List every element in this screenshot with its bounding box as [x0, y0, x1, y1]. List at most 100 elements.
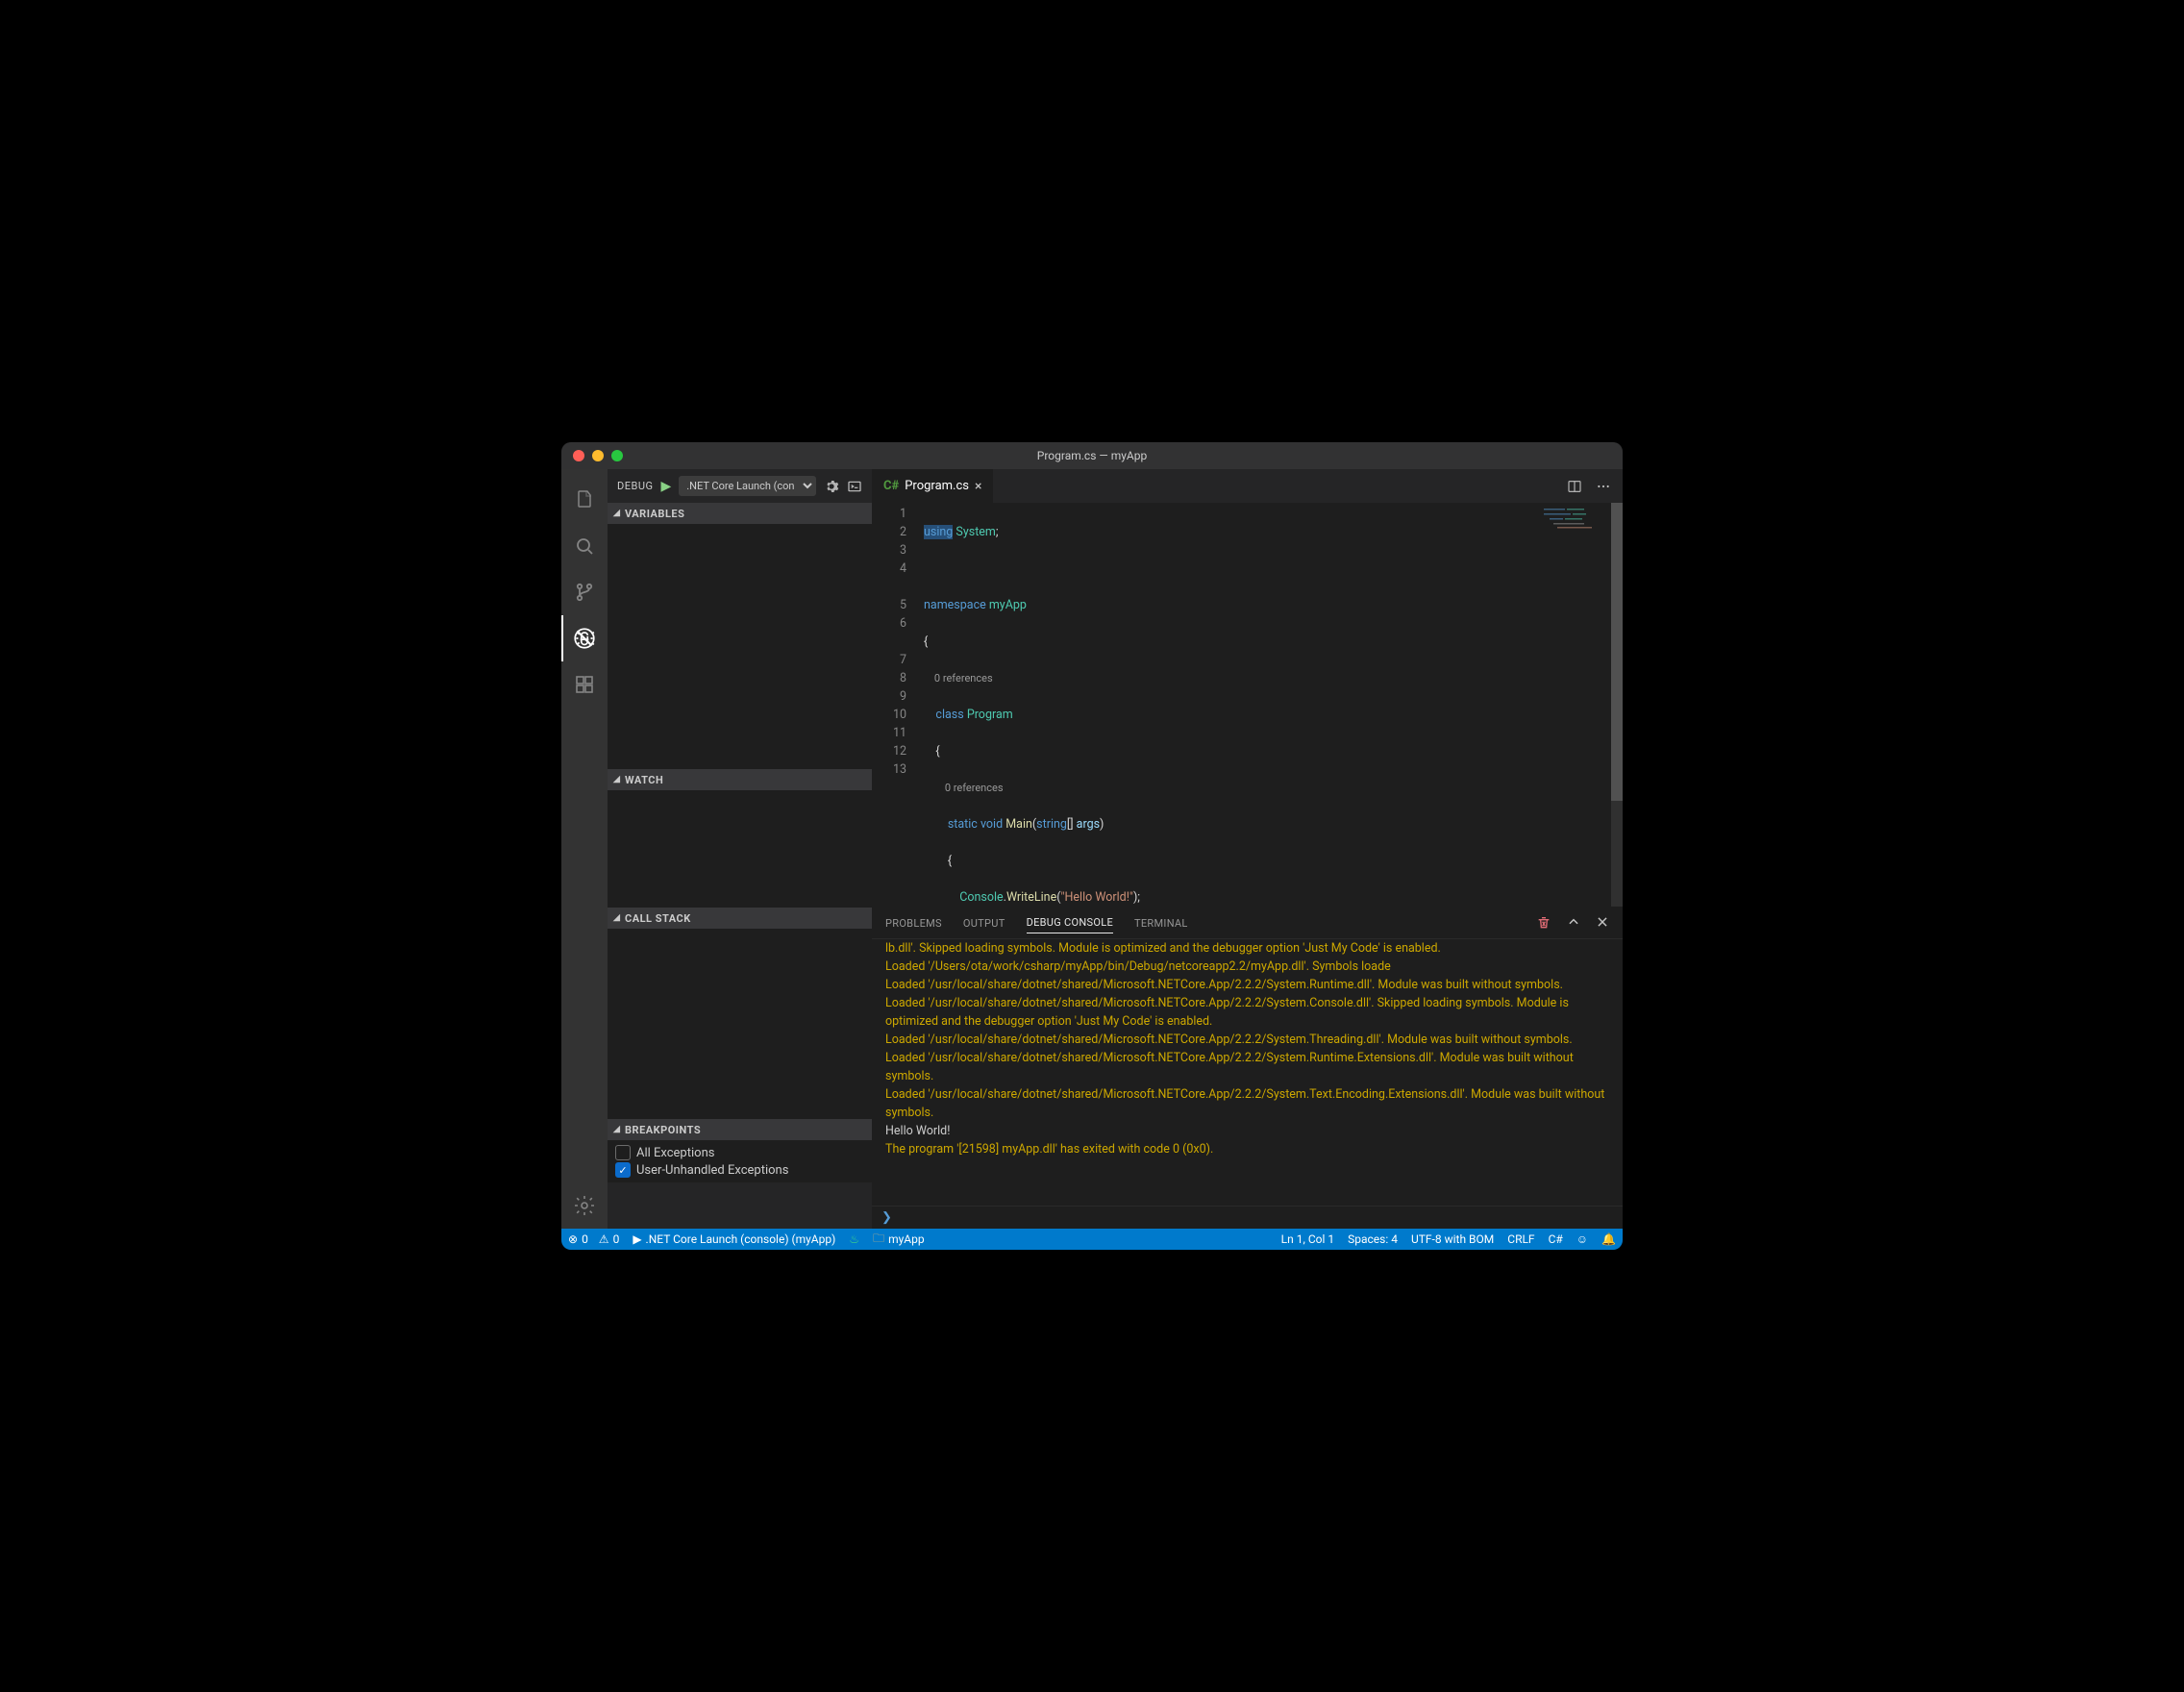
chevron-up-icon [1567, 915, 1580, 929]
status-debug-launch[interactable]: ▶.NET Core Launch (console) (myApp) [626, 1229, 842, 1250]
console-line: Loaded '/Users/ota/work/csharp/myApp/bin… [885, 958, 1609, 976]
status-indent[interactable]: Spaces: 4 [1341, 1229, 1404, 1250]
console-line: The program '[21598] myApp.dll' has exit… [885, 1140, 1609, 1158]
watch-header[interactable]: ◢WATCH [608, 769, 872, 790]
debug-label: DEBUG [617, 480, 653, 492]
callstack-title: CALL STACK [625, 912, 691, 925]
console-line: Loaded '/usr/local/share/dotnet/shared/M… [885, 1031, 1609, 1049]
titlebar: Program.cs — myApp [561, 442, 1623, 469]
watch-panel [608, 790, 872, 908]
close-icon [1596, 915, 1609, 929]
tab-problems[interactable]: PROBLEMS [885, 913, 942, 933]
status-folder[interactable]: 🗀myApp [866, 1229, 931, 1250]
console-line: Loaded '/usr/local/share/dotnet/shared/M… [885, 994, 1609, 1031]
extensions-icon [573, 673, 596, 696]
console-line: lb.dll'. Skipped loading symbols. Module… [885, 939, 1609, 958]
bell-icon: 🔔 [1601, 1232, 1616, 1246]
debug-console-input[interactable]: ❯ [872, 1206, 1623, 1229]
console-line: Loaded '/usr/local/share/dotnet/shared/M… [885, 976, 1609, 994]
tab-terminal[interactable]: TERMINAL [1134, 913, 1188, 933]
terminal-icon [847, 479, 862, 494]
breakpoints-title: BREAKPOINTS [625, 1124, 701, 1136]
error-icon: ⊗ [568, 1232, 578, 1246]
tab-debug-console[interactable]: DEBUG CONSOLE [1027, 912, 1113, 933]
branch-icon [573, 581, 596, 604]
status-feedback[interactable]: ☺ [1570, 1229, 1595, 1250]
debug-console-output[interactable]: lb.dll'. Skipped loading symbols. Module… [872, 939, 1623, 1206]
warning-icon: ⚠ [599, 1232, 609, 1246]
checkbox-unchecked[interactable] [615, 1145, 631, 1160]
maximize-window-button[interactable] [611, 450, 623, 461]
gear-icon [824, 479, 839, 494]
breakpoint-label: User-Unhandled Exceptions [636, 1163, 788, 1178]
status-errors[interactable]: ⊗0 ⚠0 [561, 1229, 626, 1250]
clear-console-button[interactable] [1536, 915, 1551, 931]
breakpoint-row[interactable]: All Exceptions [615, 1144, 864, 1161]
debug-console-button[interactable] [847, 479, 862, 494]
variables-header[interactable]: ◢VARIABLES [608, 503, 872, 524]
activity-explorer[interactable] [561, 477, 608, 523]
console-line: Hello World! [885, 1122, 1609, 1140]
close-panel-button[interactable] [1596, 915, 1609, 931]
app-window: Program.cs — myApp [561, 442, 1623, 1250]
status-language[interactable]: C# [1542, 1229, 1570, 1250]
csharp-icon: C# [883, 479, 899, 493]
activity-search[interactable] [561, 523, 608, 569]
folder-icon: 🗀 [873, 1230, 884, 1250]
play-icon: ▶ [633, 1232, 641, 1246]
files-icon [573, 488, 596, 511]
flame-icon: ♨ [849, 1232, 859, 1246]
variables-title: VARIABLES [625, 508, 684, 520]
start-debug-button[interactable]: ▶ [660, 479, 671, 494]
debug-sidebar: DEBUG ▶ .NET Core Launch (con ◢VARIABLES… [608, 469, 872, 1229]
code-editor[interactable]: 1234 56 78 910111213 using System; names… [872, 503, 1623, 907]
collapse-panel-button[interactable] [1567, 915, 1580, 931]
activity-debug[interactable] [561, 615, 608, 661]
variables-panel [608, 524, 872, 769]
status-eol[interactable]: CRLF [1501, 1229, 1541, 1250]
split-editor-button[interactable] [1567, 479, 1582, 494]
prompt-icon: ❯ [881, 1210, 892, 1225]
tab-program-cs[interactable]: C# Program.cs × [872, 469, 994, 503]
status-encoding[interactable]: UTF-8 with BOM [1404, 1229, 1501, 1250]
activity-settings[interactable] [561, 1182, 608, 1229]
console-line: Loaded '/usr/local/share/dotnet/shared/M… [885, 1085, 1609, 1122]
gear-icon [573, 1194, 596, 1217]
more-actions-button[interactable] [1596, 479, 1611, 494]
breakpoints-header[interactable]: ◢BREAKPOINTS [608, 1119, 872, 1140]
no-bug-icon [572, 626, 597, 651]
activity-scm[interactable] [561, 569, 608, 615]
status-notifications[interactable]: 🔔 [1595, 1229, 1623, 1250]
breakpoint-row[interactable]: ✓ User-Unhandled Exceptions [615, 1161, 864, 1179]
breakpoints-panel: All Exceptions ✓ User-Unhandled Exceptio… [608, 1140, 872, 1182]
breakpoint-label: All Exceptions [636, 1146, 714, 1160]
editor-area: C# Program.cs × 1234 56 [872, 469, 1623, 1229]
code-content[interactable]: using System; namespace myApp { 0 refere… [924, 503, 1623, 907]
smiley-icon: ☺ [1576, 1232, 1588, 1246]
window-title: Program.cs — myApp [1037, 449, 1147, 462]
activity-extensions[interactable] [561, 661, 608, 708]
callstack-header[interactable]: ◢CALL STACK [608, 908, 872, 929]
status-cursor-pos[interactable]: Ln 1, Col 1 [1275, 1229, 1341, 1250]
checkbox-checked[interactable]: ✓ [615, 1162, 631, 1178]
split-icon [1567, 479, 1582, 494]
ellipsis-icon [1596, 479, 1611, 494]
close-window-button[interactable] [573, 450, 584, 461]
tab-output[interactable]: OUTPUT [963, 913, 1005, 933]
callstack-panel [608, 929, 872, 1119]
status-bar: ⊗0 ⚠0 ▶.NET Core Launch (console) (myApp… [561, 1229, 1623, 1250]
tab-label: Program.cs [905, 479, 969, 493]
vertical-scrollbar[interactable] [1611, 503, 1623, 907]
close-tab-button[interactable]: × [975, 480, 981, 493]
minimize-window-button[interactable] [592, 450, 604, 461]
debug-settings-button[interactable] [824, 479, 839, 494]
panel-tabs: PROBLEMS OUTPUT DEBUG CONSOLE TERMINAL [872, 908, 1623, 939]
search-icon [573, 535, 596, 558]
panel: PROBLEMS OUTPUT DEBUG CONSOLE TERMINAL [872, 907, 1623, 1229]
status-flame[interactable]: ♨ [842, 1229, 866, 1250]
debug-toolbar: DEBUG ▶ .NET Core Launch (con [608, 469, 872, 503]
console-line: Loaded '/usr/local/share/dotnet/shared/M… [885, 1049, 1609, 1085]
debug-config-select[interactable]: .NET Core Launch (con [679, 476, 816, 496]
watch-title: WATCH [625, 774, 663, 786]
window-controls [561, 450, 623, 461]
